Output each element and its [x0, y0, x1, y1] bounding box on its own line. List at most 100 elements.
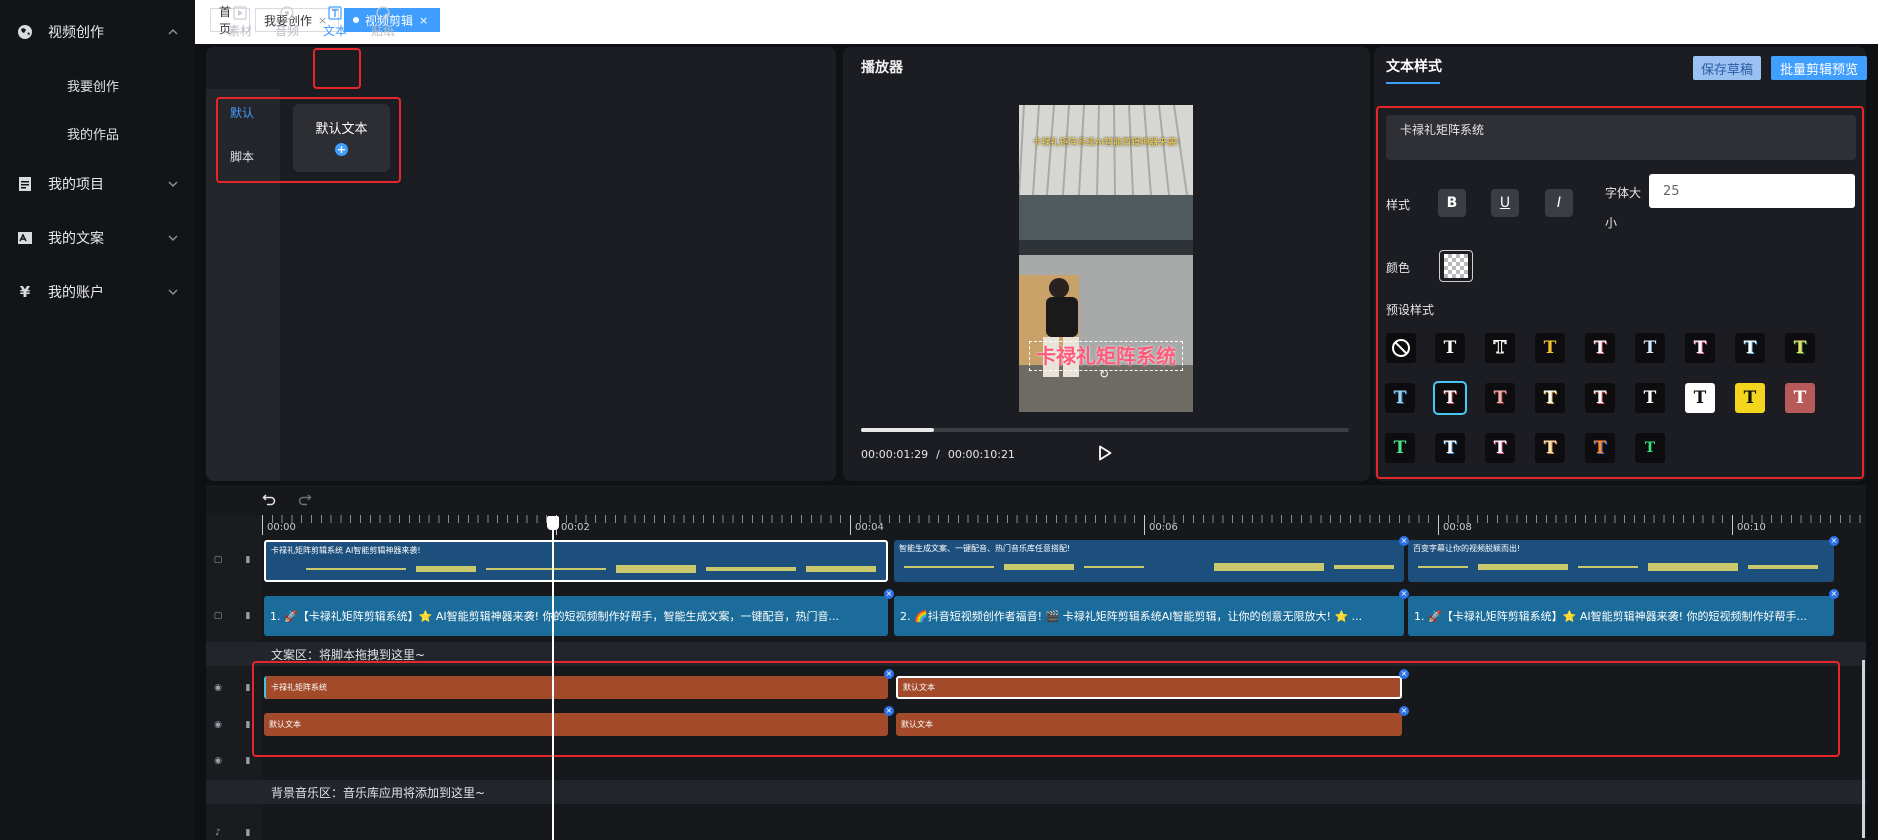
clip-caption: 百变字幕让你的视频脱颖而出!: [1413, 544, 1521, 553]
default-text-card[interactable]: 默认文本 +: [293, 104, 390, 172]
preset-style-13[interactable]: T: [1585, 383, 1615, 413]
playhead-handle-icon[interactable]: [547, 516, 559, 530]
trash-icon[interactable]: ▮: [243, 828, 253, 838]
trash-icon[interactable]: ▮: [243, 756, 253, 766]
sidebar-item-label: 我的项目: [48, 177, 104, 193]
music-disc-icon: [280, 6, 294, 20]
tab-sticker[interactable]: 贴纸: [362, 6, 404, 40]
preset-style-18[interactable]: T: [1385, 433, 1415, 463]
time-separator: /: [936, 448, 940, 461]
add-icon[interactable]: +: [335, 143, 348, 156]
script-clip[interactable]: 2. 🌈抖音短视频创作者福音! 🎬 卡禄礼矩阵剪辑系统AI智能剪辑，让你的创意无…: [894, 596, 1404, 636]
preset-style-21[interactable]: T: [1535, 433, 1565, 463]
text-track-icon: ▢: [213, 611, 223, 621]
remove-clip-icon[interactable]: ×: [1399, 536, 1409, 546]
trash-icon[interactable]: ▮: [243, 683, 253, 693]
script-drop-zone[interactable]: 文案区：将脚本拖拽到这里~: [206, 642, 1866, 666]
preset-style-4[interactable]: T: [1585, 333, 1615, 363]
batch-preview-button[interactable]: 批量剪辑预览: [1771, 56, 1867, 80]
remove-clip-icon[interactable]: ×: [884, 706, 894, 716]
save-draft-button[interactable]: 保存草稿: [1693, 56, 1761, 80]
sidebar-item-copywriting[interactable]: 我的文案: [0, 222, 195, 254]
preset-style-10[interactable]: T: [1433, 381, 1467, 415]
subtitle-clip[interactable]: 默认文本: [896, 676, 1402, 699]
subtitle-clip[interactable]: 默认文本: [896, 713, 1402, 736]
preset-style-5[interactable]: T: [1635, 333, 1665, 363]
sidebar-item-projects[interactable]: 我的项目: [0, 168, 195, 200]
close-icon[interactable]: ×: [419, 14, 428, 27]
redo-button[interactable]: [298, 491, 312, 510]
preset-style-2[interactable]: T: [1485, 333, 1515, 363]
script-clip[interactable]: 1. 🚀【卡禄礼矩阵剪辑系统】⭐ AI智能剪辑神器来袭! 你的短视频制作好帮手，…: [264, 596, 888, 636]
script-clip[interactable]: 1. 🚀【卡禄礼矩阵剪辑系统】⭐ AI智能剪辑神器来袭! 你的短视频制作好帮手.…: [1408, 596, 1834, 636]
timeline-scrollbar[interactable]: [1862, 660, 1865, 838]
preset-style-3[interactable]: T: [1535, 333, 1565, 363]
sidebar-item-account[interactable]: ¥ 我的账户: [0, 276, 195, 308]
subtitle-track-icon: ◉: [214, 683, 222, 693]
sidebar-item-label: 视频创作: [48, 25, 104, 41]
preset-style-15[interactable]: T: [1685, 383, 1715, 413]
tab-material[interactable]: 素材: [219, 6, 261, 40]
sidebar-item-label: 我的文案: [48, 231, 104, 247]
video-clip[interactable]: 卡禄礼矩阵剪辑系统 AI智能剪辑神器来袭!: [264, 540, 888, 582]
preset-style-11[interactable]: T: [1485, 383, 1515, 413]
trash-icon[interactable]: ▮: [243, 555, 253, 565]
time-display: 00:00:01:29 / 00:00:10:21: [861, 448, 1015, 461]
font-size-input[interactable]: 25: [1649, 174, 1855, 208]
sidebar-item-video-creation[interactable]: 视频创作: [0, 16, 195, 48]
subtitle-track-icon: ◉: [214, 720, 222, 730]
play-icon: [1099, 445, 1112, 461]
remove-clip-icon[interactable]: ×: [1829, 536, 1839, 546]
color-picker[interactable]: [1439, 250, 1473, 282]
text-style-title: 文本样式: [1386, 56, 1442, 84]
video-preview[interactable]: 卡禄礼矩阵系统AI智能剪辑神器来袭! 卡禄礼矩阵系统 ↻: [1019, 105, 1193, 412]
tab-audio[interactable]: 音频: [266, 6, 308, 40]
subtitle-clip[interactable]: 默认文本: [264, 713, 888, 736]
tab-label: 文本: [322, 24, 347, 38]
preset-style-8[interactable]: T: [1785, 333, 1815, 363]
preset-style-1[interactable]: T: [1435, 333, 1465, 363]
remove-clip-icon[interactable]: ×: [1399, 589, 1409, 599]
preset-style-19[interactable]: T: [1435, 433, 1465, 463]
rotate-handle-icon[interactable]: ↻: [1099, 367, 1109, 381]
preset-style-20[interactable]: T: [1485, 433, 1515, 463]
underline-button[interactable]: U: [1491, 189, 1519, 217]
preset-style-16[interactable]: T: [1735, 383, 1765, 413]
sidebar-subitem-create[interactable]: 我要创作: [67, 76, 119, 95]
subtitle-clip[interactable]: 卡禄礼矩阵系统: [264, 676, 888, 699]
undo-icon: [262, 494, 276, 506]
preset-style-7[interactable]: T: [1735, 333, 1765, 363]
category-default[interactable]: 默认: [230, 104, 254, 121]
italic-button[interactable]: I: [1545, 189, 1573, 217]
music-drop-zone[interactable]: 背景音乐区：音乐库应用将添加到这里~: [206, 780, 1866, 804]
remove-clip-icon[interactable]: ×: [1399, 669, 1409, 679]
preset-none[interactable]: [1386, 333, 1416, 363]
timeline-toolbar: [262, 485, 1866, 515]
playhead[interactable]: [552, 516, 554, 840]
trash-icon[interactable]: ▮: [243, 611, 253, 621]
preset-style-9[interactable]: T: [1385, 383, 1415, 413]
text-content-input[interactable]: 卡禄礼矩阵系统: [1386, 115, 1856, 160]
remove-clip-icon[interactable]: ×: [1829, 589, 1839, 599]
preset-style-22[interactable]: T: [1585, 433, 1615, 463]
trash-icon[interactable]: ▮: [243, 720, 253, 730]
remove-clip-icon[interactable]: ×: [884, 589, 894, 599]
remove-clip-icon[interactable]: ×: [1399, 706, 1409, 716]
timeline-ruler[interactable]: [262, 515, 1866, 535]
video-clip[interactable]: 百变字幕让你的视频脱颖而出!: [1408, 540, 1834, 582]
video-clip[interactable]: 智能生成文案、一键配音、热门音乐库任意搭配!: [894, 540, 1404, 582]
preset-style-12[interactable]: T: [1535, 383, 1565, 413]
preset-style-14[interactable]: T: [1635, 383, 1665, 413]
preset-style-17[interactable]: T: [1785, 383, 1815, 413]
preset-style-23[interactable]: T: [1635, 433, 1665, 463]
category-script[interactable]: 脚本: [230, 148, 254, 165]
bold-button[interactable]: B: [1438, 189, 1466, 217]
play-button[interactable]: [1098, 445, 1112, 465]
progress-fill: [861, 428, 935, 432]
tab-text[interactable]: 文本: [314, 6, 356, 40]
sidebar-subitem-works[interactable]: 我的作品: [67, 124, 119, 143]
remove-clip-icon[interactable]: ×: [884, 669, 894, 679]
playback-progress[interactable]: [861, 428, 1349, 432]
preset-style-6[interactable]: T: [1685, 333, 1715, 363]
undo-button[interactable]: [262, 491, 276, 510]
